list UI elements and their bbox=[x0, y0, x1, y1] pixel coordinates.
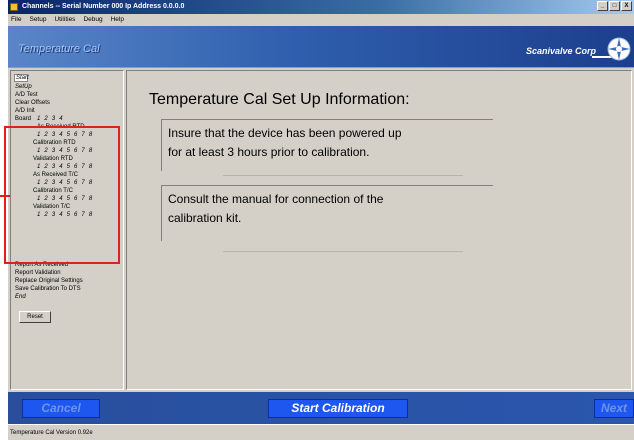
menu-bar: File Setup Utilities Debug Help bbox=[8, 14, 634, 26]
scanivalve-logo-icon bbox=[607, 37, 631, 61]
nav-ad-init[interactable]: A/D Init bbox=[15, 108, 35, 114]
nav-setup[interactable]: SetUp bbox=[15, 84, 32, 90]
nav-board-numbers[interactable]: 1 2 3 4 bbox=[37, 116, 64, 122]
info-manual-line-1: Consult the manual for connection of the bbox=[168, 192, 384, 206]
nav-save-calibration[interactable]: Save Calibration To DTS bbox=[15, 286, 81, 292]
window-controls: _ □ X bbox=[597, 1, 632, 11]
nav-ad-test[interactable]: A/D Test bbox=[15, 92, 38, 98]
cancel-button[interactable]: Cancel bbox=[22, 399, 100, 418]
callout-line bbox=[0, 195, 10, 197]
mode-title: Temperature Cal bbox=[18, 43, 100, 55]
nav-replace-original[interactable]: Replace Original Settings bbox=[15, 278, 83, 284]
nav-clear-offsets[interactable]: Clear Offsets bbox=[15, 100, 50, 106]
header-banner: Temperature Cal Scanivalve Corp bbox=[8, 26, 634, 68]
close-button[interactable]: X bbox=[621, 1, 632, 11]
nav-report-validation[interactable]: Report Validation bbox=[15, 270, 61, 276]
main-panel: Temperature Cal Set Up Information: Insu… bbox=[126, 70, 632, 390]
menu-setup[interactable]: Setup bbox=[29, 14, 46, 26]
next-button[interactable]: Next bbox=[594, 399, 634, 418]
status-bar: Temperature Cal Version 0.92e bbox=[8, 424, 634, 440]
menu-file[interactable]: File bbox=[11, 14, 21, 26]
nav-end[interactable]: End bbox=[15, 294, 26, 300]
title-bar: Channels -- Serial Number 000 Ip Address… bbox=[8, 0, 634, 14]
highlight-box bbox=[4, 126, 120, 264]
info-manual-line-2: calibration kit. bbox=[168, 211, 242, 225]
divider bbox=[223, 251, 463, 252]
divider bbox=[223, 175, 463, 176]
menu-help[interactable]: Help bbox=[111, 14, 124, 26]
minimize-button[interactable]: _ bbox=[597, 1, 608, 11]
info-box-power: Insure that the device has been powered … bbox=[161, 119, 493, 171]
company-name: Scanivalve Corp bbox=[525, 46, 596, 56]
menu-debug[interactable]: Debug bbox=[83, 14, 102, 26]
app-icon bbox=[10, 3, 18, 11]
info-power-line-2: for at least 3 hours prior to calibratio… bbox=[168, 145, 370, 159]
info-box-manual: Consult the manual for connection of the… bbox=[161, 185, 493, 241]
menu-utilities[interactable]: Utilities bbox=[54, 14, 75, 26]
reset-button[interactable]: Reset bbox=[19, 311, 51, 323]
info-power-line-1: Insure that the device has been powered … bbox=[168, 126, 402, 140]
page-title: Temperature Cal Set Up Information: bbox=[149, 91, 410, 108]
maximize-button[interactable]: □ bbox=[609, 1, 620, 11]
nav-board-label: Board bbox=[15, 116, 32, 122]
action-bar: Cancel Start Calibration Next bbox=[8, 392, 634, 424]
nav-start[interactable]: Start bbox=[16, 75, 29, 81]
window-title: Channels -- Serial Number 000 Ip Address… bbox=[22, 3, 185, 10]
start-calibration-button[interactable]: Start Calibration bbox=[268, 399, 408, 418]
